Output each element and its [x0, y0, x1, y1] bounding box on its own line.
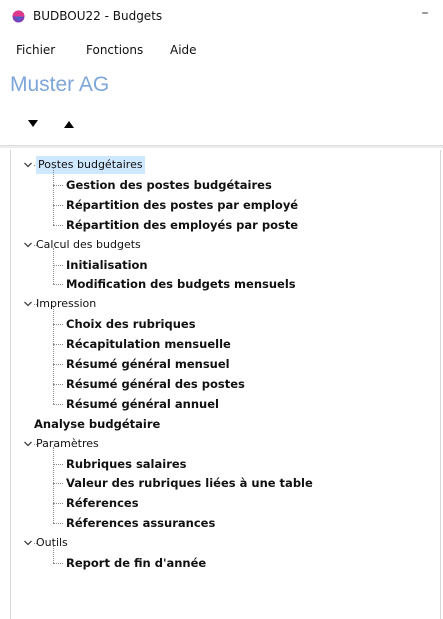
tree-connector	[53, 483, 63, 485]
chevron-down-icon[interactable]	[23, 299, 33, 309]
tree-item[interactable]: Réferences	[66, 494, 139, 512]
tree-item[interactable]: Initialisation	[66, 256, 148, 274]
tree-item[interactable]: Modification des budgets mensuels	[66, 275, 296, 293]
toolbar-separator	[0, 145, 443, 148]
tree-connector	[53, 364, 63, 365]
tree-connector	[53, 167, 54, 225]
tree-connector	[53, 463, 63, 465]
tree-connector	[53, 503, 63, 505]
tree-connector	[53, 446, 54, 524]
tree-group-5[interactable]: Outils	[36, 534, 68, 552]
tree-panel-border-right	[440, 150, 441, 619]
menu-bar: Fichier Fonctions Aide	[0, 38, 443, 64]
tree-item[interactable]: Résumé général annuel	[66, 395, 219, 413]
tree-group-3[interactable]: Analyse budgétaire	[34, 415, 160, 433]
company-name: Muster AG	[10, 73, 110, 96]
tree-connector	[53, 264, 63, 266]
triangle-up-icon[interactable]	[61, 116, 77, 132]
menu-aide[interactable]: Aide	[170, 43, 197, 57]
title-bar: BUDBOU22 - Budgets –	[0, 0, 443, 34]
chevron-down-icon[interactable]	[23, 240, 33, 250]
tree-connector	[53, 204, 63, 206]
tree-item[interactable]: Réferences assurances	[66, 514, 215, 532]
tree-item[interactable]: Répartition des employés par poste	[66, 216, 298, 234]
tree-connector	[53, 307, 54, 404]
tree-group-1[interactable]: Calcul des budgets	[36, 236, 141, 254]
tree-item[interactable]: Valeur des rubriques liées à une table	[66, 474, 313, 492]
tree-item[interactable]: Répartition des postes par employé	[66, 196, 298, 214]
tree-connector	[53, 247, 54, 285]
tree-connector	[53, 383, 63, 385]
tree-item[interactable]: Gestion des postes budgétaires	[66, 176, 272, 194]
triangle-down-icon[interactable]	[25, 116, 41, 132]
tree-item[interactable]: Rubriques salaires	[66, 455, 187, 473]
tree-connector	[53, 546, 54, 563]
tree-connector	[53, 344, 63, 346]
tree-group-2[interactable]: Impression	[36, 295, 96, 313]
tree-connector	[53, 324, 63, 326]
chevron-down-icon[interactable]	[23, 538, 33, 548]
tree-connector	[53, 563, 63, 564]
tree-item[interactable]: Choix des rubriques	[66, 315, 196, 333]
minimize-button[interactable]: –	[410, 2, 440, 28]
tree-connector	[53, 403, 63, 405]
tree-item[interactable]: Récapitulation mensuelle	[66, 335, 231, 353]
menu-fonctions[interactable]: Fonctions	[86, 43, 143, 57]
tree-item[interactable]: Résumé général des postes	[66, 375, 245, 393]
tree-panel-border	[10, 150, 11, 619]
tree-connector	[53, 184, 63, 186]
chevron-down-icon[interactable]	[23, 160, 33, 170]
menu-fichier[interactable]: Fichier	[16, 43, 55, 57]
window-title: BUDBOU22 - Budgets	[33, 9, 163, 23]
tree-item[interactable]: Report de fin d'année	[66, 554, 206, 572]
tree-connector	[53, 523, 63, 525]
tree-connector	[53, 284, 63, 286]
app-logo-icon	[12, 10, 25, 23]
chevron-down-icon[interactable]	[23, 439, 33, 449]
tree-group-4[interactable]: Paramètres	[36, 435, 99, 453]
tree-connector	[53, 224, 63, 226]
tree-item[interactable]: Résumé général mensuel	[66, 355, 230, 373]
